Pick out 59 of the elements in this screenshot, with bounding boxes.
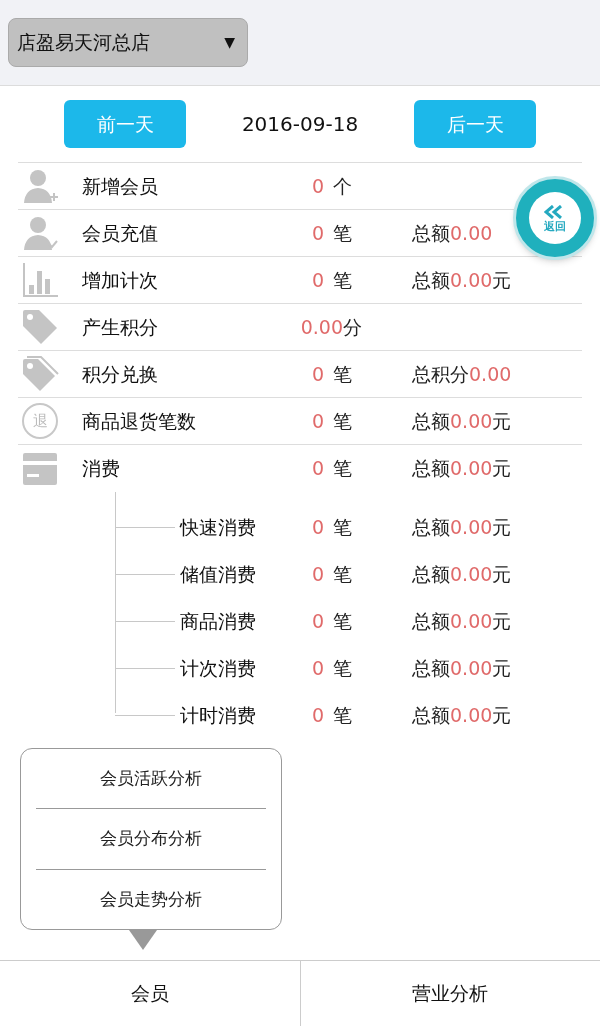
total-value: 总额0.00元 [412, 456, 512, 482]
count-value: 0 [311, 562, 324, 588]
count-value: 0.00 [300, 314, 343, 340]
count-value: 0 [311, 456, 324, 482]
unit-label: 笔 [333, 703, 352, 729]
total-value: 总额0.00元 [412, 703, 512, 729]
count-value: 0 [311, 408, 324, 434]
unit-label: 笔 [333, 220, 352, 246]
count-value: 0 [311, 609, 324, 635]
count-value: 0 [311, 173, 324, 199]
total-value: 总额0.00元 [412, 609, 512, 635]
count-value: 0 [311, 515, 324, 541]
tag-icon [21, 308, 59, 346]
total-value: 总积分0.00 [412, 361, 512, 387]
total-value: 总额0.00元 [412, 515, 512, 541]
row-label: 新增会员 [82, 173, 159, 199]
count-value: 0 [311, 656, 324, 682]
unit-label: 个 [333, 173, 352, 199]
row-label: 商品退货笔数 [82, 408, 197, 434]
total-value: 总额0.00元 [412, 656, 512, 682]
row-label: 会员充值 [82, 220, 159, 246]
menu-item[interactable]: 会员走势分析 [36, 869, 266, 929]
unit-label: 笔 [333, 609, 352, 635]
bar-chart-icon [21, 261, 59, 299]
menu-item[interactable]: 会员分布分析 [36, 809, 266, 870]
unit-label: 笔 [333, 515, 352, 541]
unit-label: 笔 [333, 267, 352, 293]
total-value: 总额0.00 [412, 220, 493, 246]
date-label: 2016-09-18 [240, 111, 360, 138]
row-label: 商品消费 [180, 609, 257, 635]
row-label: 快速消费 [180, 515, 257, 541]
count-value: 0 [311, 267, 324, 293]
row-label: 计时消费 [180, 703, 257, 729]
unit-label: 笔 [333, 361, 352, 387]
row-label: 储值消费 [180, 562, 257, 588]
total-value: 总额0.00元 [412, 562, 512, 588]
tags-icon [21, 355, 59, 393]
row-label: 消费 [82, 456, 121, 482]
store-select[interactable]: 店盈易天河总店 ▼ [8, 18, 248, 67]
tab[interactable]: 营业分析 [299, 961, 600, 1026]
unit-label: 笔 [333, 456, 352, 482]
menu-item[interactable]: 会员活跃分析 [36, 749, 266, 810]
refund-icon: 退 [22, 403, 58, 439]
row-label: 增加计次 [82, 267, 159, 293]
unit-label: 笔 [333, 562, 352, 588]
row-label: 积分兑换 [82, 361, 159, 387]
row-label: 产生积分 [82, 314, 159, 340]
row-label: 计次消费 [180, 656, 257, 682]
count-value: 0 [311, 220, 324, 246]
user-plus-icon [21, 167, 59, 205]
count-value: 0 [311, 361, 324, 387]
total-value: 总额0.00元 [412, 267, 512, 293]
tab[interactable]: 会员 [0, 961, 300, 1026]
user-check-icon [21, 214, 59, 252]
unit-label: 笔 [333, 408, 352, 434]
total-value: 总额0.00元 [412, 408, 512, 434]
unit-label: 分 [343, 314, 362, 340]
unit-label: 笔 [333, 656, 352, 682]
count-value: 0 [311, 703, 324, 729]
